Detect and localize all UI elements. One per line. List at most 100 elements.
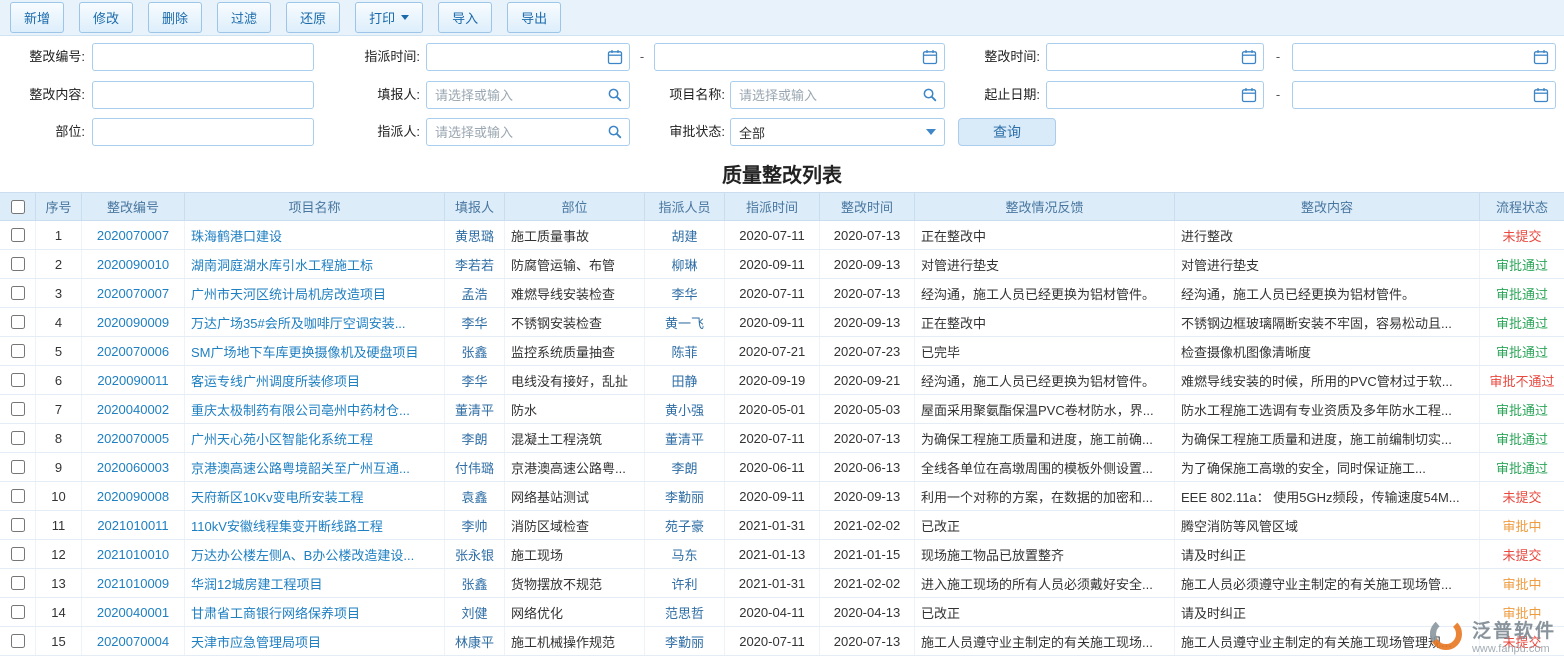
import-button[interactable]: 导入	[438, 2, 492, 33]
row-checkbox[interactable]	[11, 431, 25, 445]
project-name-link[interactable]: 客运专线广州调度所装修项目	[191, 371, 360, 390]
rect-no-link[interactable]: 2020070004	[97, 634, 169, 649]
export-button[interactable]: 导出	[507, 2, 561, 33]
calendar-icon[interactable]	[1241, 87, 1257, 103]
reporter-input[interactable]	[426, 81, 630, 109]
rect-no-link[interactable]: 2020090011	[97, 373, 168, 388]
row-checkbox[interactable]	[11, 228, 25, 242]
delete-button[interactable]: 删除	[148, 2, 202, 33]
row-checkbox[interactable]	[11, 315, 25, 329]
rect-no-link[interactable]: 2020090010	[97, 257, 169, 272]
project-name-link[interactable]: 110kV安徽线程集变开断线路工程	[191, 516, 383, 535]
select-all-checkbox[interactable]	[11, 200, 25, 214]
project-name-link[interactable]: 万达广场35#会所及咖啡厅空调安装...	[191, 313, 406, 332]
project-name-link[interactable]: 甘肃省工商银行网络保养项目	[191, 603, 360, 622]
search-icon[interactable]	[607, 124, 623, 140]
row-seq: 5	[36, 337, 82, 365]
edit-button[interactable]: 修改	[79, 2, 133, 33]
project-name-link[interactable]: 万达办公楼左侧A、B办公楼改造建设...	[191, 545, 414, 564]
row-seq: 11	[36, 511, 82, 539]
project-name-link[interactable]: 珠海鹤港口建设	[191, 226, 282, 245]
feedback-cell: 为确保工程施工质量和进度，施工前确...	[915, 424, 1175, 452]
row-checkbox[interactable]	[11, 373, 25, 387]
rect-no-link[interactable]: 2020070005	[97, 431, 169, 446]
table-row: 2 2020090010 湖南洞庭湖水库引水工程施工标 李若若 防腐管运输、布管…	[0, 250, 1564, 279]
table-row: 10 2020090008 天府新区10Kv变电所安装工程 袁鑫 网络基站测试 …	[0, 482, 1564, 511]
rect-no-input[interactable]	[92, 43, 314, 71]
date-range-separator: -	[634, 43, 650, 71]
export-button-label: 导出	[521, 8, 547, 27]
rect-no-link[interactable]: 2020090009	[97, 315, 169, 330]
date-range-to-input[interactable]	[1292, 81, 1556, 109]
title-bar: 质量整改列表	[0, 154, 1564, 192]
filter-button[interactable]: 过滤	[217, 2, 271, 33]
row-seq: 14	[36, 598, 82, 626]
rect-no-link[interactable]: 2020070007	[97, 228, 169, 243]
row-checkbox[interactable]	[11, 489, 25, 503]
rect-no-link[interactable]: 2020060003	[97, 460, 169, 475]
row-checkbox[interactable]	[11, 344, 25, 358]
rect-no-link[interactable]: 2021010009	[97, 576, 169, 591]
restore-button[interactable]: 还原	[286, 2, 340, 33]
project-name-link[interactable]: 湖南洞庭湖水库引水工程施工标	[191, 255, 373, 274]
rect-no-link[interactable]: 2020040001	[97, 605, 169, 620]
rect-no-link[interactable]: 2021010011	[97, 518, 168, 533]
project-name-link[interactable]: 广州市天河区统计局机房改造项目	[191, 284, 386, 303]
calendar-icon[interactable]	[1241, 49, 1257, 65]
row-checkbox[interactable]	[11, 634, 25, 648]
project-name-input[interactable]	[730, 81, 945, 109]
date-range-from-input[interactable]	[1046, 81, 1264, 109]
project-name-link[interactable]: 京港澳高速公路粤境韶关至广州互通...	[191, 458, 410, 477]
project-name-link[interactable]: 华润12城房建工程项目	[191, 574, 322, 593]
assign-time-to-input[interactable]	[654, 43, 945, 71]
rect-content-cell: 请及时纠正	[1175, 598, 1480, 626]
assignee-cell: 苑子豪	[645, 511, 725, 539]
project-name-link[interactable]: 重庆太极制药有限公司亳州中药材仓...	[191, 400, 410, 419]
rect-no-link[interactable]: 2020070007	[97, 286, 169, 301]
rect-time-to-input[interactable]	[1292, 43, 1556, 71]
rect-time-from-input[interactable]	[1046, 43, 1264, 71]
location-cell: 京港澳高速公路粤...	[505, 453, 645, 481]
rect-no-link[interactable]: 2020040002	[97, 402, 169, 417]
assigner-input[interactable]	[426, 118, 630, 146]
calendar-icon[interactable]	[607, 49, 623, 65]
rect-date-cell: 2020-09-13	[820, 250, 915, 278]
query-button[interactable]: 查询	[958, 118, 1056, 146]
row-seq: 12	[36, 540, 82, 568]
rect-no-link[interactable]: 2020090008	[97, 489, 169, 504]
row-checkbox[interactable]	[11, 257, 25, 271]
calendar-icon[interactable]	[1533, 49, 1549, 65]
import-button-label: 导入	[452, 8, 478, 27]
approval-status-select[interactable]: 全部	[730, 118, 945, 146]
row-checkbox[interactable]	[11, 518, 25, 532]
rect-content-cell: 施工人员必须遵守业主制定的有关施工现场管...	[1175, 569, 1480, 597]
calendar-icon[interactable]	[922, 49, 938, 65]
project-name-link[interactable]: 天府新区10Kv变电所安装工程	[191, 487, 364, 506]
project-name-link[interactable]: 广州天心苑小区智能化系统工程	[191, 429, 373, 448]
project-name-link[interactable]: 天津市应急管理局项目	[191, 632, 321, 651]
rect-content-input[interactable]	[92, 81, 314, 109]
rect-no-link[interactable]: 2020070006	[97, 344, 169, 359]
rect-content-cell: 为了确保施工高墩的安全，同时保证施工...	[1175, 453, 1480, 481]
row-checkbox[interactable]	[11, 576, 25, 590]
location-input[interactable]	[92, 118, 314, 146]
rect-no-link[interactable]: 2021010010	[97, 547, 169, 562]
project-name-link[interactable]: SM广场地下车库更换摄像机及硬盘项目	[191, 342, 419, 361]
assignee-cell: 柳琳	[645, 250, 725, 278]
add-button[interactable]: 新增	[10, 2, 64, 33]
search-icon[interactable]	[922, 87, 938, 103]
row-checkbox[interactable]	[11, 460, 25, 474]
row-checkbox[interactable]	[11, 402, 25, 416]
row-seq: 7	[36, 395, 82, 423]
location-cell: 混凝土工程浇筑	[505, 424, 645, 452]
print-button[interactable]: 打印	[355, 2, 423, 33]
search-icon[interactable]	[607, 87, 623, 103]
calendar-icon[interactable]	[1533, 87, 1549, 103]
row-seq: 13	[36, 569, 82, 597]
row-checkbox[interactable]	[11, 605, 25, 619]
assign-time-from-input[interactable]	[426, 43, 630, 71]
row-checkbox[interactable]	[11, 547, 25, 561]
rect-content-cell: 检查摄像机图像清晰度	[1175, 337, 1480, 365]
table-row: 7 2020040002 重庆太极制药有限公司亳州中药材仓... 董清平 防水 …	[0, 395, 1564, 424]
row-checkbox[interactable]	[11, 286, 25, 300]
